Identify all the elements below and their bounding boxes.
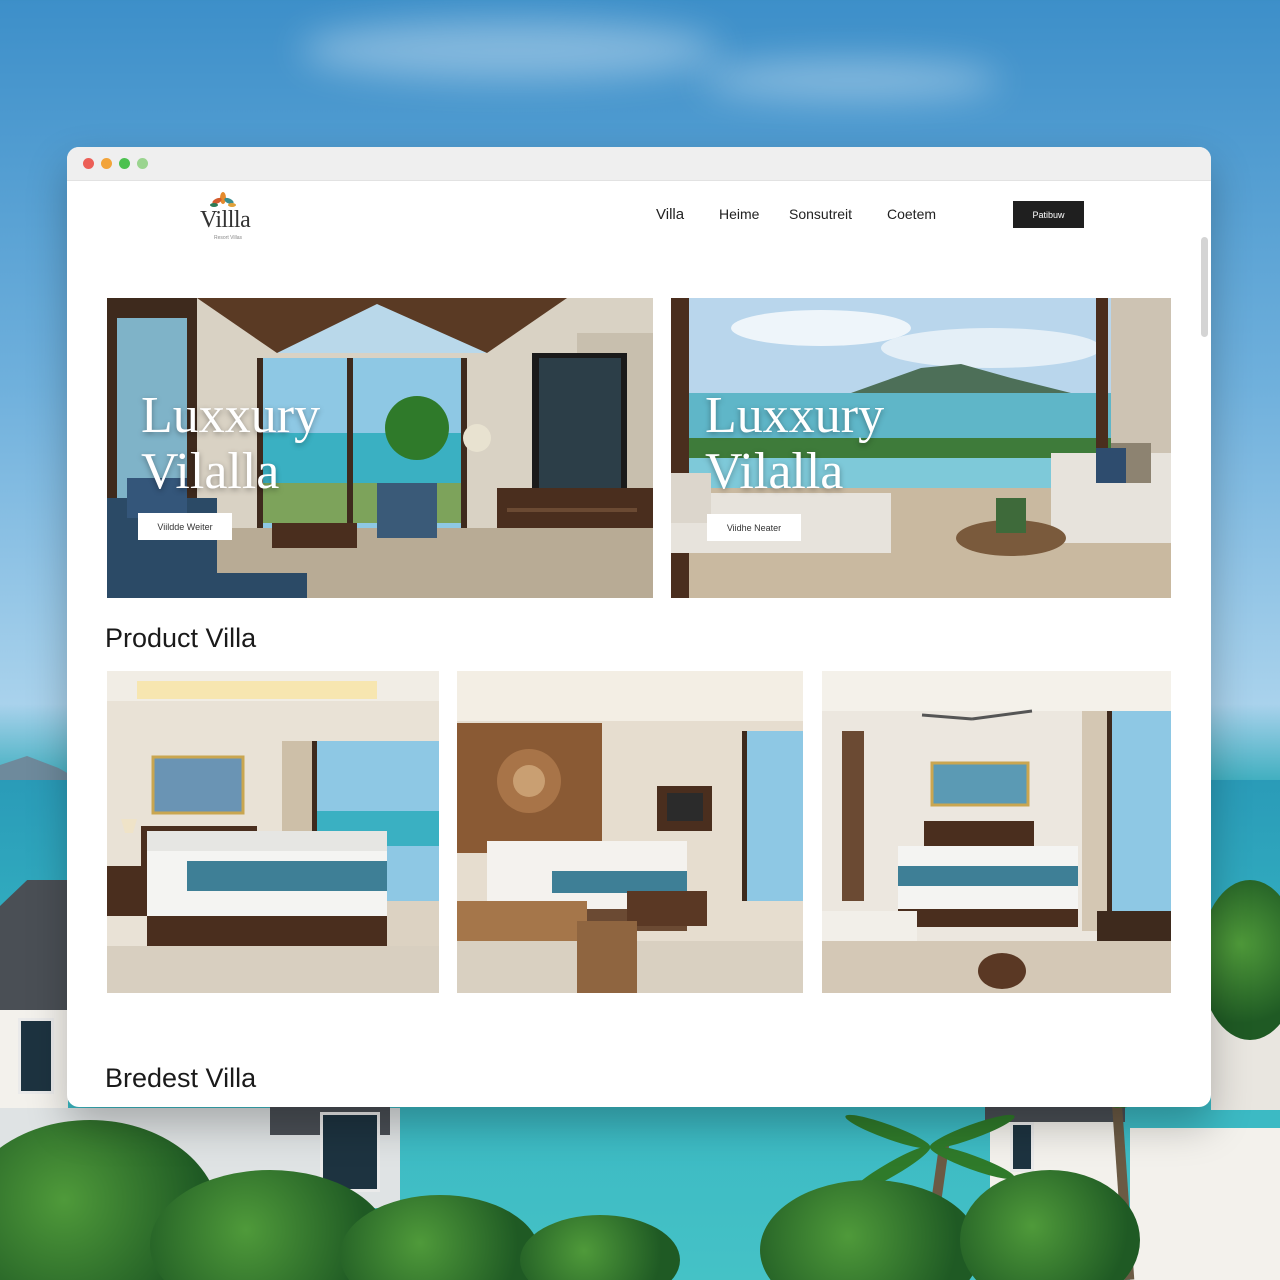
room-card-3[interactable] (822, 671, 1171, 993)
villa-roof-left (0, 880, 68, 1010)
hero-title-1-line-1: Luxxury (141, 387, 321, 444)
nav-link-home[interactable]: Heime (719, 206, 759, 222)
cloud (700, 60, 1000, 100)
bedroom-photo-3 (822, 671, 1171, 993)
cloud (300, 20, 720, 80)
nav-link-coetem[interactable]: Coetem (887, 206, 936, 222)
nav-link-villa[interactable]: Villa (656, 206, 684, 223)
site-header: Villla Resort Villas Villa Heime Sonsutr… (67, 181, 1211, 261)
logo-wordmark: Villla (200, 207, 251, 233)
villa-terrace-right (1130, 1128, 1280, 1280)
hero-title-1: Luxxury Vilalla (141, 388, 320, 500)
nav-link-sonsutreit[interactable]: Sonsutreit (789, 206, 852, 222)
hero-title-2-line-2: Vilalla (705, 443, 844, 500)
logo-tagline: Resort Villas (214, 235, 242, 241)
bedroom-photo-1 (107, 671, 439, 993)
hero-title-2-line-1: Luxxury (705, 387, 885, 444)
browser-window: Villla Resort Villas Villa Heime Sonsutr… (67, 147, 1211, 1107)
extra-dot[interactable] (137, 158, 148, 169)
hero-title-2: Luxxury Vilalla (705, 388, 884, 500)
hero-card-1[interactable]: Luxxury Vilalla Viildde Weiter (107, 298, 653, 598)
hero-button-2[interactable]: Viidhe Neater (707, 514, 801, 541)
browser-titlebar (67, 147, 1211, 181)
villa-lower-right-window (1010, 1122, 1034, 1172)
product-villa-title: Product Villa (105, 623, 257, 653)
room-card-2[interactable] (457, 671, 803, 993)
maximize-dot[interactable] (119, 158, 130, 169)
site-logo[interactable]: Villla Resort Villas (200, 191, 251, 241)
header-cta-button[interactable]: Patibuw (1013, 201, 1084, 228)
hero-card-2[interactable]: Luxxury Vilalla Viidhe Neater (671, 298, 1171, 598)
hero-title-1-line-2: Vilalla (141, 443, 280, 500)
villa-window-left (18, 1018, 54, 1094)
room-card-1[interactable] (107, 671, 439, 993)
minimize-dot[interactable] (101, 158, 112, 169)
close-dot[interactable] (83, 158, 94, 169)
hero-button-1[interactable]: Viildde Weiter (138, 513, 232, 540)
bedroom-photo-2 (457, 671, 803, 993)
bredest-villa-title: Bredest Villa (105, 1063, 257, 1093)
